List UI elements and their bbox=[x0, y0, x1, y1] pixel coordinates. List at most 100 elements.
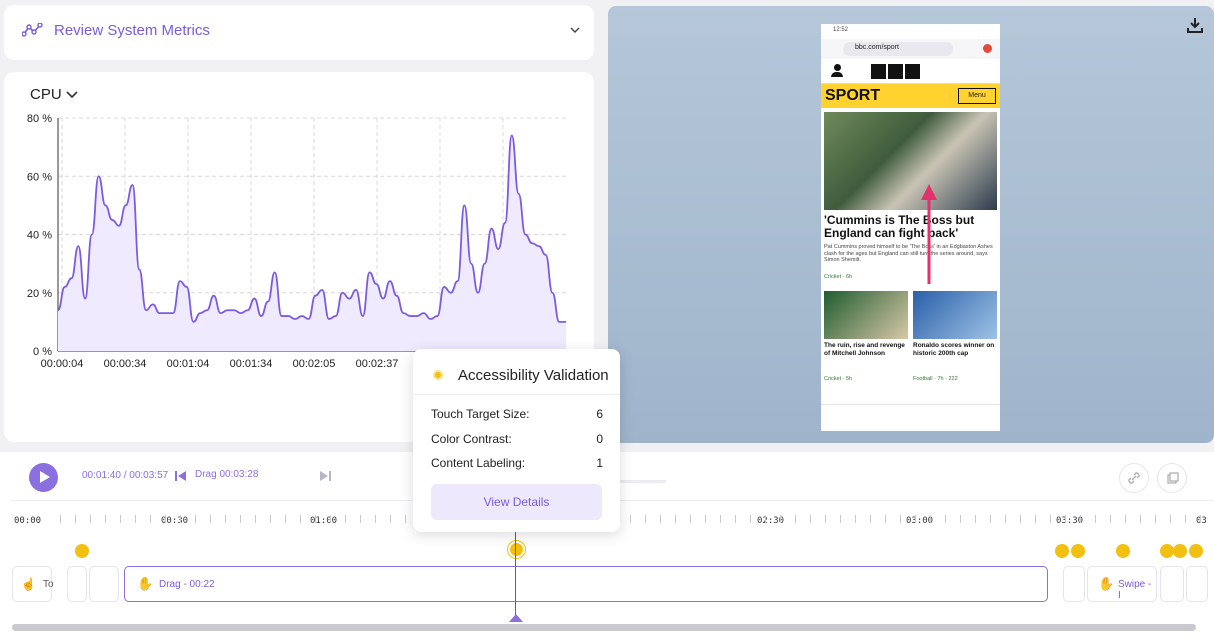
event-marker[interactable] bbox=[1189, 544, 1203, 558]
event-marker[interactable] bbox=[1071, 544, 1085, 558]
cpu-area bbox=[58, 135, 566, 351]
ruler-tick bbox=[930, 515, 931, 523]
ruler-tick bbox=[1095, 515, 1096, 523]
status-time: 12:52 bbox=[833, 27, 849, 33]
ruler-label: 03 bbox=[1196, 516, 1207, 526]
play-button[interactable] bbox=[29, 463, 58, 492]
y-tick-label: 40 % bbox=[27, 230, 52, 242]
popup-row: Touch Target Size: 6 bbox=[431, 407, 603, 421]
sport-bar: SPORT Menu bbox=[821, 84, 1000, 108]
row-value: 1 bbox=[596, 456, 603, 470]
segment-label: Drag - 00:22 bbox=[159, 579, 215, 590]
selected-event-marker[interactable] bbox=[508, 541, 525, 558]
cricket-tag: Cricket · 6h bbox=[824, 274, 853, 280]
ronaldo-image[interactable] bbox=[913, 291, 997, 339]
ruler-tick bbox=[240, 515, 241, 523]
event-marker[interactable] bbox=[1116, 544, 1130, 558]
copy-button[interactable] bbox=[1157, 463, 1187, 493]
ruler-tick bbox=[660, 515, 661, 523]
ruler-tick bbox=[1020, 515, 1021, 523]
hero-image[interactable] bbox=[824, 112, 997, 210]
ruler-tick bbox=[285, 515, 286, 523]
event-marker[interactable] bbox=[1055, 544, 1069, 558]
status-dot bbox=[433, 370, 443, 380]
ruler-tick bbox=[300, 515, 301, 523]
previous-step-label[interactable]: Drag 00:03:28 bbox=[195, 469, 258, 480]
ruler-tick bbox=[825, 515, 826, 523]
gesture-segment[interactable] bbox=[1160, 566, 1184, 602]
metrics-title: Review System Metrics bbox=[54, 22, 210, 39]
ruler-tick bbox=[105, 515, 106, 523]
segment-label: To bbox=[43, 579, 54, 590]
popup-title: Accessibility Validation bbox=[458, 367, 609, 384]
gesture-segment[interactable] bbox=[1063, 566, 1085, 602]
account-icon[interactable] bbox=[831, 64, 843, 78]
url-field[interactable]: bbc.com/sport bbox=[855, 44, 899, 51]
headline[interactable]: 'Cummins is The Boss but England can fig… bbox=[824, 214, 998, 240]
menu-button[interactable]: Menu bbox=[958, 88, 996, 104]
ruler-tick bbox=[375, 515, 376, 523]
metrics-header[interactable]: Review System Metrics bbox=[4, 5, 594, 60]
ruler-tick bbox=[330, 515, 331, 523]
view-details-button[interactable]: View Details bbox=[431, 484, 602, 520]
ruler-tick bbox=[315, 515, 316, 523]
x-tick-label: 00:02:05 bbox=[293, 358, 336, 370]
story-johnson[interactable]: The ruin, rise and revenge of Mitchell J… bbox=[824, 342, 908, 357]
ruler-tick bbox=[630, 515, 631, 523]
drag-arrow bbox=[921, 184, 937, 284]
ruler-tick bbox=[75, 515, 76, 523]
drag-icon: ✋ bbox=[137, 576, 154, 591]
link-button[interactable] bbox=[1119, 463, 1149, 493]
drag-segment[interactable]: ✋ Drag - 00:22 bbox=[124, 566, 1048, 602]
event-marker[interactable] bbox=[75, 544, 89, 558]
johnson-image[interactable] bbox=[824, 291, 908, 339]
progress-track[interactable] bbox=[620, 480, 666, 483]
y-tick-label: 20 % bbox=[27, 288, 52, 300]
ruler-tick bbox=[705, 515, 706, 523]
ruler-tick bbox=[795, 515, 796, 523]
ruler-tick bbox=[360, 515, 361, 523]
gesture-segment[interactable] bbox=[67, 566, 87, 602]
ruler-tick bbox=[735, 515, 736, 523]
chevron-down-icon[interactable] bbox=[570, 27, 580, 33]
android-nav-bar bbox=[821, 404, 1000, 424]
x-tick-label: 00:01:34 bbox=[230, 358, 273, 370]
copy-icon bbox=[1167, 472, 1179, 484]
event-marker[interactable] bbox=[1173, 544, 1187, 558]
ruler-tick bbox=[210, 515, 211, 523]
row-label: Color Contrast: bbox=[431, 432, 512, 446]
row-value: 0 bbox=[596, 432, 603, 446]
ruler-tick bbox=[1185, 515, 1186, 523]
ruler-tick bbox=[975, 515, 976, 523]
download-icon[interactable] bbox=[1186, 16, 1204, 34]
ruler-tick bbox=[1125, 515, 1126, 523]
ruler-tick bbox=[675, 515, 676, 523]
gesture-segment[interactable] bbox=[1186, 566, 1208, 602]
story-johnson-tag: Cricket · 5h bbox=[824, 376, 853, 382]
bbc-logo bbox=[871, 64, 920, 79]
timeline-scrollbar[interactable] bbox=[12, 624, 1196, 631]
row-value: 6 bbox=[596, 407, 603, 421]
browser-bar: bbc.com/sport bbox=[821, 39, 1000, 59]
previous-step-icon[interactable] bbox=[175, 471, 187, 481]
ruler-tick bbox=[1155, 515, 1156, 523]
ruler-tick bbox=[180, 515, 181, 523]
popup-row: Content Labeling: 1 bbox=[431, 456, 603, 470]
playhead-handle[interactable] bbox=[509, 614, 523, 622]
story-ronaldo-tag: Football · 7h · 222 bbox=[913, 376, 958, 382]
ruler-tick bbox=[720, 515, 721, 523]
time-display: 00:01:40 / 00:03:57 bbox=[82, 470, 169, 481]
ruler-tick bbox=[120, 515, 121, 523]
event-marker[interactable] bbox=[1160, 544, 1174, 558]
x-tick-label: 00:00:34 bbox=[104, 358, 147, 370]
x-tick-label: 00:00:04 bbox=[41, 358, 84, 370]
next-step-icon[interactable] bbox=[319, 470, 331, 482]
ruler-tick bbox=[990, 515, 991, 523]
ruler-label: 00:00 bbox=[14, 516, 42, 526]
story-ronaldo[interactable]: Ronaldo scores winner on historic 200th … bbox=[913, 342, 999, 357]
ruler-tick bbox=[915, 515, 916, 523]
ruler-tick bbox=[780, 515, 781, 523]
tap-segment[interactable]: ☝ To bbox=[12, 566, 54, 602]
gesture-segment[interactable] bbox=[89, 566, 119, 602]
swipe-segment[interactable]: ✋ Swipe - I bbox=[1087, 566, 1157, 602]
